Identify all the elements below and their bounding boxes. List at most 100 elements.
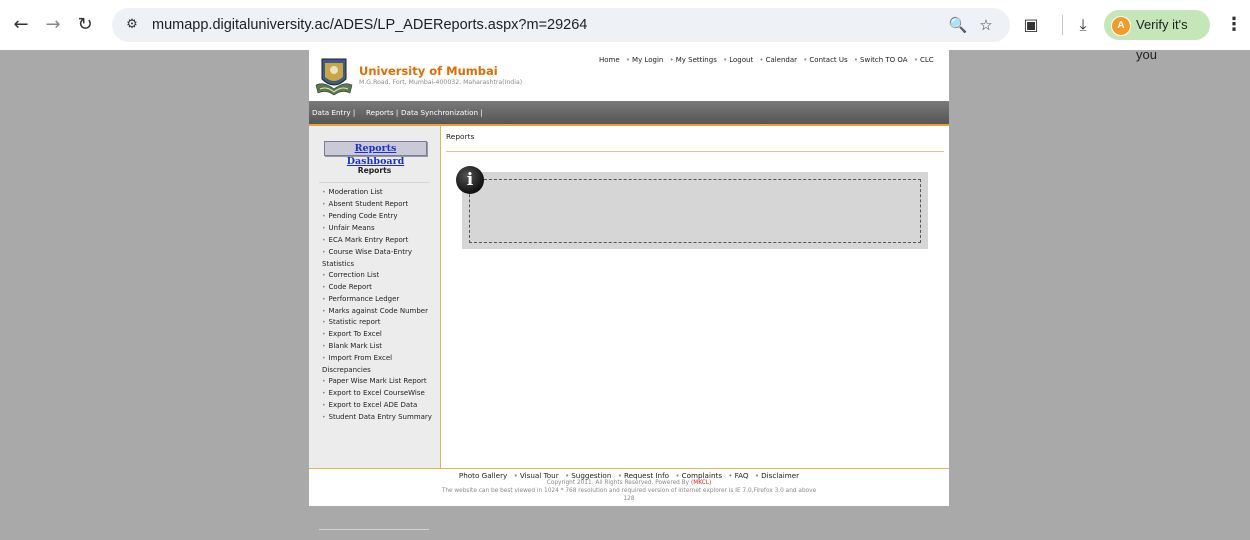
sidebar-item-label: Performance Ledger xyxy=(328,294,400,303)
sidebar-item-label: Blank Mark List xyxy=(328,342,383,351)
breadcrumb: Reports xyxy=(446,132,475,141)
sidebar-item-label: Export To Excel xyxy=(328,330,382,339)
sidebar-item-pending-code-entry[interactable]: • Pending Code Entry xyxy=(322,211,438,223)
top-link-switch-to-oa[interactable]: Switch TO OA xyxy=(860,56,908,64)
main-menu-bar: Data Entry | Reports | Data Synchronizat… xyxy=(309,101,949,124)
verify-label: Verify it's you xyxy=(1136,17,1188,62)
bookmark-star-icon[interactable]: ☆ xyxy=(974,13,998,37)
sidebar-item-label: Unfair Means xyxy=(328,223,375,232)
bullet-icon: • xyxy=(617,471,622,480)
toolbar-separator xyxy=(1062,15,1063,35)
footer-best-viewed: The website can be best viewed in 1024 *… xyxy=(441,488,817,494)
top-link-calendar[interactable]: Calendar xyxy=(766,56,797,64)
university-logo-icon xyxy=(315,58,353,96)
bullet-icon: • xyxy=(728,471,733,480)
sidebar-item-code-report[interactable]: • Code Report xyxy=(322,282,438,294)
top-link-clc[interactable]: CLC xyxy=(920,56,934,64)
footer-link-faq[interactable]: FAQ xyxy=(735,471,749,480)
bullet-icon: • xyxy=(669,56,674,64)
bullet-icon: • xyxy=(803,56,808,64)
forward-arrow-icon[interactable]: → xyxy=(40,12,66,38)
copyright-text: Copyright 2011. All Rights Reserved. Pow… xyxy=(546,480,690,486)
sidebar-item-correction-list[interactable]: • Correction List xyxy=(322,270,438,282)
sidebar-item-paper-wise-mark-list-report[interactable]: • Paper Wise Mark List Report xyxy=(322,376,438,388)
sidebar-item-eca-mark-entry-report[interactable]: • ECA Mark Entry Report xyxy=(322,235,438,247)
footer-copyright: Copyright 2011. All Rights Reserved. Pow… xyxy=(309,480,949,486)
footer-link-photo-gallery[interactable]: Photo Gallery xyxy=(459,471,507,480)
sidebar-item-label: Export to Excel ADE Data xyxy=(328,401,418,410)
bullet-icon: • xyxy=(759,56,764,64)
top-link-home[interactable]: Home xyxy=(599,56,620,64)
sidebar-item-label: Code Report xyxy=(328,282,372,291)
sidebar-item-label: Paper Wise Mark List Report xyxy=(328,377,427,386)
university-address: M.G.Road, Fort, Mumbai-400032, Maharasht… xyxy=(359,79,523,86)
bullet-icon: • xyxy=(853,56,859,64)
sidebar-item-label: Export to Excel CourseWise xyxy=(328,389,425,398)
top-link-my-login[interactable]: My Login xyxy=(632,56,663,64)
footer-link-disclaimer[interactable]: Disclaimer xyxy=(761,471,799,480)
sidebar-item-label: ECA Mark Entry Report xyxy=(328,235,409,244)
sidebar-item-export-to-excel[interactable]: • Export To Excel xyxy=(322,329,438,341)
download-icon[interactable]: ⤓ xyxy=(1070,12,1096,38)
info-message-box xyxy=(462,172,928,249)
top-links: Home • My Login • My Settings • Logout • Cal… xyxy=(599,56,934,64)
avatar: A xyxy=(1111,16,1131,36)
menu-kebab-icon[interactable]: ⋮ xyxy=(1225,12,1243,38)
footer-link-request-info[interactable]: Request Info xyxy=(624,471,669,480)
university-name[interactable]: University of Mumbai xyxy=(359,64,498,78)
bullet-icon: • xyxy=(564,471,570,480)
url-text[interactable]: mumapp.digitaluniversity.ac/ADES/LP_ADER… xyxy=(152,8,587,42)
top-link-logout[interactable]: Logout xyxy=(729,56,753,64)
top-link-contact-us[interactable]: Contact Us xyxy=(809,56,847,64)
reports-dashboard-button[interactable]: Reports Dashboard xyxy=(324,141,427,167)
sidebar-item-absent-student-report[interactable]: • Absent Student Report xyxy=(322,199,438,211)
bullet-icon: • xyxy=(513,471,518,480)
verify-identity-button[interactable]: A Verify it's you xyxy=(1104,10,1210,62)
reports-list: • Moderation List • Absent Student Report … xyxy=(322,187,438,424)
sidebar-item-label: Correction List xyxy=(328,270,380,279)
reload-icon[interactable]: ↻ xyxy=(72,12,98,38)
sidebar-item-unfair-means[interactable]: • Unfair Means xyxy=(322,223,438,235)
zoom-icon[interactable]: 🔍 xyxy=(946,13,970,37)
info-message-area xyxy=(469,179,921,243)
sidebar-item-statistic-report[interactable]: • Statistic report xyxy=(322,317,438,329)
footer-divider xyxy=(309,468,949,469)
sidebar-item-export-to-excel-ade-data[interactable]: • Export to Excel ADE Data xyxy=(322,400,438,412)
visitor-counter: 128 xyxy=(623,496,635,502)
sidebar-item-performance-ledger[interactable]: • Performance Ledger xyxy=(322,294,438,306)
sidebar-item-label: Absent Student Report xyxy=(328,199,409,208)
reports-dashboard-label: Reports Dashboard xyxy=(346,143,405,167)
powered-by-link[interactable]: (MKCL) xyxy=(691,480,711,486)
menu-item-data-entry[interactable]: Data Entry | xyxy=(312,101,355,124)
sidebar-item-label: Marks against Code Number xyxy=(328,306,428,315)
site-header: University of Mumbai M.G.Road, Fort, Mum… xyxy=(309,50,949,101)
back-arrow-icon[interactable]: ← xyxy=(8,12,34,38)
sidebar-item-label: Course Wise Data-Entry Statistics xyxy=(322,247,412,268)
page-container: University of Mumbai M.G.Road, Fort, Mum… xyxy=(309,50,949,530)
footer-links: Photo Gallery • Visual Tour • Suggestion •… xyxy=(309,471,949,480)
footer-link-visual-tour[interactable]: Visual Tour xyxy=(520,471,559,480)
sidebar-title: Reports xyxy=(357,166,392,175)
sidebar-item-import-from-excel-discrepancies[interactable]: • Import From Excel Discrepancies xyxy=(322,353,438,376)
browser-toolbar: ← → ↻ ⚙ mumapp.digitaluniversity.ac/ADES… xyxy=(0,0,1250,62)
menu-item-data-synchronization[interactable]: Data Synchronization | xyxy=(401,101,483,124)
sidebar-item-label: Student Data Entry Summary xyxy=(328,413,432,422)
sidebar-item-marks-against-code-number[interactable]: • Marks against Code Number xyxy=(322,306,438,318)
sidebar-item-moderation-list[interactable]: • Moderation List xyxy=(322,187,438,199)
extensions-icon[interactable]: ▣ xyxy=(1018,12,1044,38)
address-bar[interactable]: ⚙ mumapp.digitaluniversity.ac/ADES/LP_AD… xyxy=(112,8,1010,42)
sidebar-item-label: Moderation List xyxy=(328,188,383,196)
sidebar-item-export-to-excel-coursewise[interactable]: • Export to Excel CourseWise xyxy=(322,388,438,400)
sidebar-item-student-data-entry-summary[interactable]: • Student Data Entry Summary xyxy=(322,412,438,424)
menu-item-reports[interactable]: Reports | xyxy=(366,101,398,124)
sidebar-item-blank-mark-list[interactable]: • Blank Mark List xyxy=(322,341,438,353)
sidebar-item-course-wise-statistics[interactable]: • Course Wise Data-Entry Statistics xyxy=(322,247,438,270)
top-link-my-settings[interactable]: My Settings xyxy=(676,56,717,64)
content-divider xyxy=(446,151,944,152)
sidebar-item-label: Import From Excel Discrepancies xyxy=(322,354,393,375)
footer-link-complaints[interactable]: Complaints xyxy=(682,471,723,480)
reports-sidebar: Reports Dashboard Reports • Moderation Li… xyxy=(309,126,441,530)
footer-link-suggestion[interactable]: Suggestion xyxy=(571,471,611,480)
bullet-icon: • xyxy=(675,471,680,480)
site-info-icon[interactable]: ⚙ xyxy=(120,13,144,37)
